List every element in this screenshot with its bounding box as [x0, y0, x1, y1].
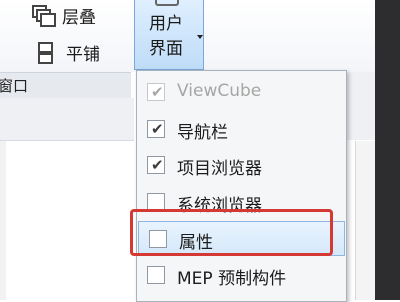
checkmark-icon: ✔: [151, 156, 164, 174]
tile-button[interactable]: 平铺: [36, 40, 100, 65]
right-frame: [355, 141, 376, 300]
checkmark-icon: ✔: [151, 83, 164, 101]
user-interface-icon: [155, 0, 179, 6]
ribbon-right-area: [347, 72, 375, 140]
cascade-button[interactable]: 层叠: [32, 3, 96, 28]
tile-label: 平铺: [66, 45, 100, 65]
checkbox[interactable]: ✔: [147, 120, 165, 138]
user-interface-label: 用户 界面: [149, 14, 183, 59]
checkbox[interactable]: ✔: [147, 83, 165, 101]
user-interface-dropdown-menu: ✔ ViewCube ✔ 导航栏 ✔ 项目浏览器 系统浏览器 属性 MEP 预制…: [136, 70, 347, 302]
tile-windows-icon: [36, 41, 58, 64]
left-frame: [0, 141, 6, 300]
menu-item-mep-fabrication-parts[interactable]: MEP 预制构件: [137, 258, 346, 293]
cascade-label: 层叠: [62, 8, 96, 28]
menu-item-project-browser[interactable]: ✔ 项目浏览器: [137, 148, 346, 183]
dark-side-panel: [375, 0, 400, 300]
window-panel-label: 窗口: [0, 72, 131, 99]
user-interface-button[interactable]: 用户 界面: [134, 0, 204, 70]
cascade-windows-icon: [32, 4, 56, 27]
checkbox[interactable]: ✔: [147, 156, 165, 174]
checkbox[interactable]: [147, 266, 165, 284]
menu-item-navigation-bar[interactable]: ✔ 导航栏: [137, 112, 346, 147]
checkmark-icon: ✔: [151, 120, 164, 138]
highlight-box: [130, 209, 333, 256]
tab-strip: [0, 98, 134, 141]
menu-item-viewcube[interactable]: ✔ ViewCube: [137, 75, 346, 110]
dropdown-arrow-icon: [197, 35, 203, 39]
